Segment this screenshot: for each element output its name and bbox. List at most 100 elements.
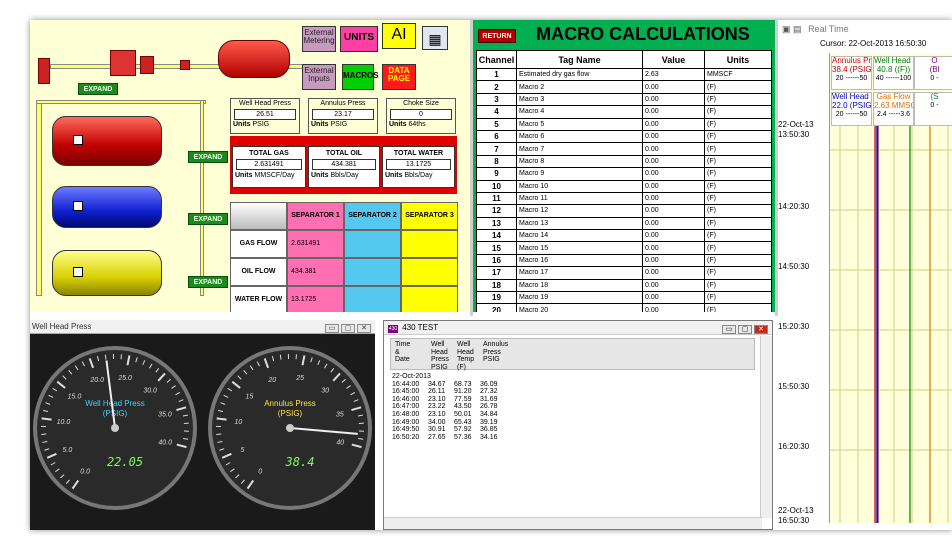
log-column-header[interactable]: Well Head Press PSIG	[431, 341, 449, 372]
separator-2-header: SEPARATOR 2	[344, 202, 401, 230]
total-water-box: TOTAL WATER 13.1725 Units Bbls/Day	[382, 146, 455, 188]
gas-flow-sep2	[344, 230, 401, 258]
units-cell: (F)	[704, 80, 772, 94]
expand-button-wellhead[interactable]: EXPAND	[78, 83, 118, 95]
log-cell: 16:50:20	[392, 433, 420, 441]
tank-window-icon	[73, 201, 83, 211]
legend-value: 22.0 (PSIG)	[832, 100, 872, 110]
expand-button-sep1[interactable]: EXPAND	[188, 151, 228, 163]
macro-row: 8 Macro 8 0.00 (F)	[476, 154, 772, 169]
maximize-button[interactable]: ▢	[738, 325, 752, 334]
log-cell: 16:44:00	[392, 380, 420, 388]
value-cell: 0.00	[642, 291, 705, 305]
log-cell: 23.10	[428, 395, 446, 403]
units-cell: (F)	[704, 241, 772, 255]
channel-cell: 10	[476, 179, 517, 193]
tag-name-cell: Macro 20	[516, 303, 643, 312]
log-column-header[interactable]: Time & Date	[395, 341, 410, 364]
log-cell: 23.22	[428, 403, 446, 411]
macro-row: 17 Macro 17 0.00 (F)	[476, 266, 772, 280]
box-units: Units Bbls/Day	[385, 172, 433, 179]
channel-cell: 2	[476, 80, 517, 94]
macro-title: MACRO CALCULATIONS	[536, 24, 750, 44]
log-column-header[interactable]: Well Head Temp (F)	[457, 341, 474, 372]
gauge-tick-label: 5	[240, 447, 244, 454]
macro-row: 3 Macro 3 0.00 (F)	[476, 92, 772, 107]
header-line: Head	[457, 348, 474, 356]
gauge-tick	[41, 417, 52, 421]
water-flow-label: WATER FLOW	[230, 286, 287, 312]
tag-name-cell: Macro 14	[516, 229, 643, 243]
column-header-channel: Channel	[476, 50, 517, 69]
minimize-button[interactable]: ▭	[722, 325, 736, 334]
separator-3-header: SEPARATOR 3	[401, 202, 458, 230]
trend-legend[interactable]: Gas Flow2.63 MMSCF/Day2.4 -----3.6	[873, 92, 914, 126]
log-cell: 34.84	[480, 410, 498, 418]
total-oil-box: TOTAL OIL 434.381 Units Bbls/Day	[308, 146, 380, 188]
box-title: TOTAL OIL	[325, 150, 363, 157]
trend-legend[interactable]: Annulus Press38.4 (PSIG)20 ------50	[831, 56, 872, 90]
return-button[interactable]: RETURN	[478, 29, 516, 43]
value-cell: 0.00	[642, 80, 705, 94]
close-button[interactable]: ✕	[357, 324, 371, 333]
header-line: Well	[457, 341, 471, 348]
gauge-digital-value: 22.05	[107, 455, 143, 469]
channel-cell: 20	[476, 303, 517, 312]
minimize-button[interactable]: ▭	[325, 324, 339, 333]
box-title: TOTAL GAS	[249, 150, 289, 157]
ai-button[interactable]: AI	[382, 23, 416, 49]
gauge-tick-label: 40	[336, 439, 344, 446]
time-tick-label: 22-Oct-13	[778, 506, 814, 515]
gauge-tick	[216, 417, 227, 421]
gauge-tick-label: 20.0	[89, 377, 104, 384]
units-cell: (F)	[704, 303, 772, 312]
trend-legend[interactable]: Well Head Press22.0 (PSIG)20 ------50	[831, 92, 872, 126]
channel-cell: 11	[476, 191, 517, 206]
trend-legend[interactable]: O (Bl 0 -	[914, 56, 952, 90]
toolbar-icon[interactable]: ▣	[782, 24, 791, 34]
maximize-button[interactable]: ▢	[341, 324, 355, 333]
time-tick-label: 13:50:30	[778, 130, 810, 139]
channel-cell: 13	[476, 216, 517, 231]
macro-panel: RETURN MACRO CALCULATIONS Channel Tag Na…	[473, 20, 775, 312]
close-button[interactable]: ✕	[754, 325, 768, 334]
units-cell: (F)	[704, 167, 772, 181]
channel-cell: 12	[476, 204, 517, 218]
toolbar-icon[interactable]: ▤	[793, 24, 802, 34]
header-line: Head	[431, 348, 448, 356]
tag-name-cell: Macro 7	[516, 142, 643, 156]
data-page-button[interactable]: DATA PAGE	[382, 64, 416, 90]
macros-button[interactable]: MACROS	[342, 64, 379, 90]
external-metering-button[interactable]: External Metering	[302, 26, 336, 52]
gauge-tick	[279, 354, 282, 360]
trend-legend[interactable]: Well Head Temp40.8 ((F))40 ------100	[873, 56, 914, 90]
macro-row: 18 Macro 18 0.00 (F)	[476, 278, 772, 293]
time-tick-label: 16:20:30	[778, 442, 810, 451]
channel-cell: 18	[476, 278, 517, 293]
total-gas-box: TOTAL GAS 2.631491 Units MMSCF/Day	[232, 146, 306, 188]
box-units: Units Bbls/Day	[311, 172, 359, 179]
horizontal-scrollbar[interactable]	[384, 517, 762, 529]
expand-button-sep2[interactable]: EXPAND	[188, 213, 228, 225]
log-row: 16:45:00 26.11 91.20 27.32	[392, 388, 506, 396]
units-cell: (F)	[704, 216, 772, 231]
units-cell: (F)	[704, 291, 772, 305]
vertical-scrollbar[interactable]	[760, 336, 772, 518]
header-line: Press	[431, 356, 449, 364]
units-button[interactable]: UNITS	[340, 26, 378, 52]
header-line: Time	[395, 341, 411, 348]
separator-1-header: SEPARATOR 1	[287, 202, 344, 230]
trend-legend[interactable]: (S 0 -	[914, 92, 952, 126]
value-cell: 0.00	[642, 229, 705, 243]
log-row: 16:49:50 30.91 57.92 36.85	[392, 426, 506, 434]
water-flow-sep3	[401, 286, 458, 312]
external-inputs-button[interactable]: External Inputs	[302, 64, 336, 90]
return-pipe	[200, 100, 204, 296]
box-value: 434.381	[312, 159, 376, 170]
macro-row: 11 Macro 11 0.00 (F)	[476, 191, 772, 206]
gauge-tick-label: 35	[336, 411, 344, 418]
expand-button-sep3[interactable]: EXPAND	[188, 276, 228, 288]
grid-view-button[interactable]: ▦	[422, 26, 448, 50]
log-column-header[interactable]: Annulus Press PSIG	[483, 341, 508, 364]
gauge-tick-label: 30.0	[143, 388, 157, 395]
